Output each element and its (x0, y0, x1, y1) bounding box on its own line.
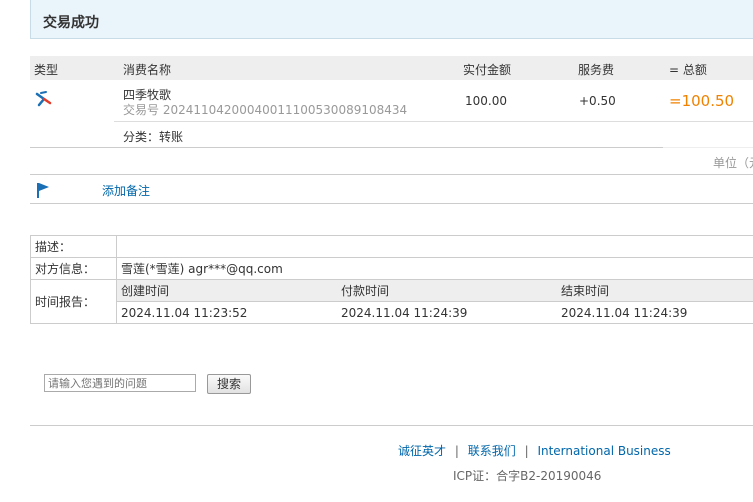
add-remark-link[interactable]: 添加备注 (102, 182, 150, 199)
footer-separator: | (454, 444, 459, 458)
end-time-header: 结束时间 (557, 279, 753, 302)
column-fee: 服务费 (578, 63, 615, 77)
table-header: 类型 消费名称 实付金额 服务费 = 总额 (30, 56, 753, 80)
created-time: 2024.11.04 11:23:52 (116, 301, 337, 324)
category-value: 转账 (159, 130, 184, 144)
column-total: = 总额 (669, 63, 707, 77)
table-bottom-line (30, 147, 663, 148)
flag-icon (36, 182, 50, 201)
search-input[interactable] (44, 374, 196, 392)
column-type: 类型 (34, 63, 59, 77)
time-value-row: 2024.11.04 11:23:52 2024.11.04 11:24:39 … (31, 301, 753, 324)
category-label: 分类： (123, 130, 160, 144)
total-amount: =100.50 (669, 92, 735, 110)
icp-license: ICP证：合字B2-20190046 (453, 469, 602, 483)
description-value (116, 235, 753, 258)
footer-link-contact[interactable]: 联系我们 (468, 444, 516, 458)
paid-amount: 100.00 (465, 94, 507, 108)
table-bottom-line-end (663, 147, 753, 148)
column-name: 消费名称 (123, 63, 172, 77)
paid-time-header: 付款时间 (337, 279, 557, 302)
page-title: 交易成功 (43, 15, 99, 31)
paid-time: 2024.11.04 11:24:39 (337, 301, 557, 324)
footer-divider (30, 425, 753, 426)
service-fee: +0.50 (579, 94, 616, 108)
footer-links: 诚征英才 | 联系我们 | International Business (398, 442, 671, 459)
counterparty-value: 雪莲(*雪莲) agr***@qq.com (116, 257, 753, 280)
description-label: 描述： (30, 235, 117, 258)
category: 分类：转账 (123, 128, 183, 145)
counterparty-label: 对方信息： (30, 257, 117, 280)
footer-link-international[interactable]: International Business (537, 444, 670, 458)
description-row: 描述： (30, 235, 753, 258)
counterparty-row: 对方信息： 雪莲(*雪莲) agr***@qq.com (30, 257, 753, 280)
time-header-row: 时间报告： 创建时间 付款时间 结束时间 (30, 279, 753, 324)
footer-separator: | (524, 444, 529, 458)
search-button[interactable]: 搜索 (207, 374, 251, 394)
footer-link-careers[interactable]: 诚征英才 (398, 444, 446, 458)
column-paid: 实付金额 (463, 63, 512, 77)
time-report-label: 时间报告： (30, 279, 117, 324)
trade-number-label: 交易号 (123, 103, 160, 117)
unit-note: 单位（元） (713, 156, 753, 170)
remark-bar: 添加备注 (30, 174, 753, 204)
status-title-bar: 交易成功 (30, 0, 753, 39)
detail-table: 描述： 对方信息： 雪莲(*雪莲) agr***@qq.com 时间报告： 创建… (30, 235, 753, 324)
transfer-icon (35, 90, 53, 111)
row-divider (114, 121, 753, 122)
trade-number: 交易号 20241104200040011100530089108434 (123, 101, 407, 118)
created-time-header: 创建时间 (116, 279, 337, 302)
end-time: 2024.11.04 11:24:39 (557, 301, 753, 324)
trade-number-value: 20241104200040011100530089108434 (162, 103, 408, 117)
